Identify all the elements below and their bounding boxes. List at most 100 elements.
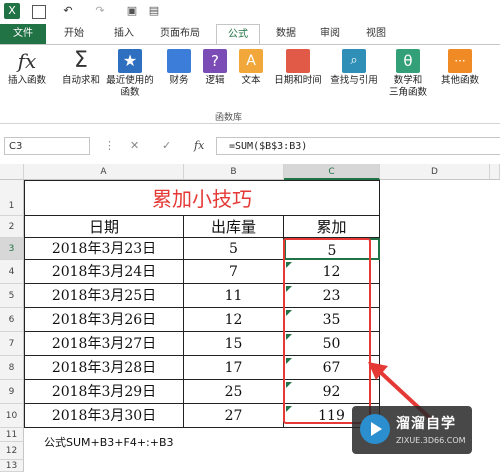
ribbon-tabs: 文件 开始 插入 页面布局 公式 数据 审阅 视图: [0, 24, 500, 45]
financial-button[interactable]: 财务: [162, 49, 196, 87]
text-label: 文本: [241, 75, 261, 86]
tab-formulas[interactable]: 公式: [216, 24, 260, 45]
insert-function-label: 插入函数: [7, 75, 46, 86]
row-header-7[interactable]: 7: [0, 332, 24, 356]
qty-cell[interactable]: 11: [184, 284, 284, 308]
row-header-10[interactable]: 10: [0, 404, 24, 428]
row-header-13[interactable]: 13: [0, 460, 24, 472]
date-cell[interactable]: 2018年3月28日: [24, 356, 184, 380]
more-icon: ⋮: [104, 139, 115, 152]
enter-icon[interactable]: ✓: [162, 137, 171, 155]
datetime-button[interactable]: 日期和时间: [268, 49, 328, 87]
row-header-2[interactable]: 2: [0, 216, 24, 238]
camera-icon[interactable]: ▣: [124, 3, 140, 19]
date-cell[interactable]: 2018年3月23日: [24, 238, 184, 260]
more-functions-icon: ···: [448, 49, 472, 73]
qty-cell[interactable]: 12: [184, 308, 284, 332]
question-icon: ?: [203, 49, 227, 73]
group-label-function-library: 函数库: [215, 113, 243, 123]
financial-icon: [167, 49, 191, 73]
save-icon[interactable]: [32, 5, 46, 19]
column-header-a[interactable]: A: [24, 164, 184, 180]
math-trig-button[interactable]: θ 数学和 三角函数: [384, 49, 432, 99]
tab-home[interactable]: 开始: [54, 24, 94, 44]
text-icon: A: [239, 49, 263, 73]
row-header-9[interactable]: 9: [0, 380, 24, 404]
tab-insert[interactable]: 插入: [104, 24, 144, 44]
qty-cell[interactable]: 5: [184, 238, 284, 260]
row-header-3[interactable]: 3: [0, 238, 24, 260]
row-header-4[interactable]: 4: [0, 260, 24, 284]
date-cell[interactable]: 2018年3月27日: [24, 332, 184, 356]
row-header-11[interactable]: 11: [0, 428, 24, 442]
fx-icon: fx: [17, 49, 37, 73]
formula-input[interactable]: =SUM($B$3:B3): [216, 137, 500, 155]
date-cell[interactable]: 2018年3月29日: [24, 380, 184, 404]
corner-cell[interactable]: [0, 164, 24, 180]
formula-bar: C3 ⋮ ✕ ✓ fx =SUM($B$3:B3): [0, 124, 500, 164]
star-icon: ★: [118, 49, 142, 73]
tab-review[interactable]: 审阅: [310, 24, 350, 44]
excel-icon: X: [4, 3, 20, 19]
column-header-c[interactable]: C: [284, 164, 380, 180]
date-cell[interactable]: 2018年3月25日: [24, 284, 184, 308]
text-button[interactable]: A 文本: [236, 49, 266, 87]
highlight-rectangle: [283, 238, 371, 424]
date-cell[interactable]: 2018年3月26日: [24, 308, 184, 332]
title-cell[interactable]: 累加小技巧: [24, 180, 380, 216]
recent-label-line2: 函数: [120, 87, 140, 98]
financial-label: 财务: [169, 75, 189, 86]
print-preview-icon[interactable]: ▤: [146, 3, 162, 19]
header-qty-cell[interactable]: 出库量: [184, 216, 284, 238]
calendar-icon: [286, 49, 310, 73]
quick-access-toolbar: X ↶ ↷ ▣ ▤: [0, 0, 500, 24]
play-logo-icon: [360, 414, 390, 444]
row-header-1[interactable]: 1: [0, 180, 24, 216]
watermark-url: ZIXUE.3D66.COM: [396, 436, 466, 445]
autosum-label: 自动求和: [61, 75, 100, 86]
row-header-12[interactable]: 12: [0, 442, 24, 460]
recent-label-line1: 最近使用的: [106, 75, 154, 86]
tab-file[interactable]: 文件: [0, 24, 46, 44]
row-header-8[interactable]: 8: [0, 356, 24, 380]
insert-function-button[interactable]: fx 插入函数: [4, 49, 50, 87]
logical-button[interactable]: ? 逻辑: [200, 49, 230, 87]
header-cumulative-cell[interactable]: 累加: [284, 216, 380, 238]
row-header-6[interactable]: 6: [0, 308, 24, 332]
column-header-e[interactable]: [490, 164, 500, 180]
qty-cell[interactable]: 27: [184, 404, 284, 428]
lookup-icon: ⌕: [342, 49, 366, 73]
datetime-label: 日期和时间: [274, 75, 322, 86]
name-box[interactable]: C3: [4, 137, 90, 155]
qty-cell[interactable]: 17: [184, 356, 284, 380]
row-header-5[interactable]: 5: [0, 284, 24, 308]
autosum-button[interactable]: Σ 自动求和: [58, 49, 104, 87]
other-functions-label: 其他函数: [440, 75, 479, 86]
ribbon-formulas: fx 插入函数 Σ 自动求和 ★ 最近使用的 函数 财务 ? 逻辑 A 文本 日…: [0, 44, 500, 124]
column-header-b[interactable]: B: [184, 164, 284, 180]
header-date-cell[interactable]: 日期: [24, 216, 184, 238]
sigma-icon: Σ: [74, 48, 88, 73]
lookup-label: 查找与引用: [330, 75, 378, 86]
redo-icon[interactable]: ↷: [92, 3, 108, 19]
other-functions-button[interactable]: ··· 其他函数: [436, 49, 484, 87]
tab-page-layout[interactable]: 页面布局: [152, 24, 208, 44]
tab-view[interactable]: 视图: [356, 24, 396, 44]
logical-label: 逻辑: [205, 75, 225, 86]
watermark: 溜溜自学 ZIXUE.3D66.COM: [352, 406, 472, 454]
column-header-d[interactable]: D: [380, 164, 490, 180]
math-label-line2: 三角函数: [388, 87, 427, 98]
date-cell[interactable]: 2018年3月24日: [24, 260, 184, 284]
cancel-icon[interactable]: ✕: [130, 137, 139, 155]
qty-cell[interactable]: 25: [184, 380, 284, 404]
date-cell[interactable]: 2018年3月30日: [24, 404, 184, 428]
qty-cell[interactable]: 7: [184, 260, 284, 284]
recent-functions-button[interactable]: ★ 最近使用的 函数: [104, 49, 156, 99]
tab-data[interactable]: 数据: [266, 24, 306, 44]
lookup-button[interactable]: ⌕ 查找与引用: [326, 49, 382, 87]
fx-icon[interactable]: fx: [194, 137, 204, 155]
watermark-brand: 溜溜自学: [396, 416, 456, 432]
formula-note: 公式SUM+B3+F4+:+B3: [44, 436, 174, 449]
undo-icon[interactable]: ↶: [60, 3, 76, 19]
qty-cell[interactable]: 15: [184, 332, 284, 356]
